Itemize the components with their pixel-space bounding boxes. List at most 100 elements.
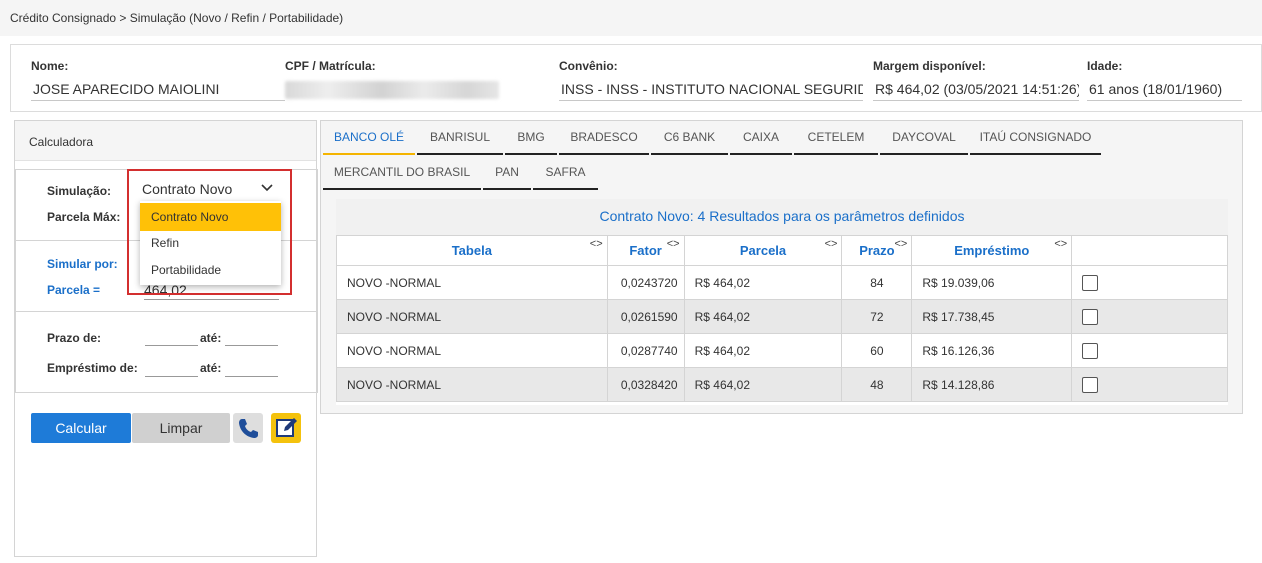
checkbox-icon[interactable] <box>1082 308 1099 325</box>
sort-icon[interactable]: <> <box>590 238 603 250</box>
col-emprestimo-header[interactable]: Empréstimo <> <box>911 235 1073 266</box>
prazo-ate-input[interactable] <box>225 345 278 346</box>
nome-value[interactable]: JOSE APARECIDO MAIOLINI <box>31 79 285 101</box>
prazo-de-label: Prazo de: <box>47 331 102 345</box>
table-row[interactable]: NOVO -NORMAL 0,0243720 R$ 464,02 84 R$ 1… <box>336 265 1228 300</box>
cell-tabela: NOVO -NORMAL <box>336 299 608 334</box>
table-row[interactable]: NOVO -NORMAL 0,0287740 R$ 464,02 60 R$ 1… <box>336 333 1228 368</box>
idade-value[interactable]: 61 anos (18/01/1960) <box>1087 79 1242 101</box>
cell-emprestimo: R$ 14.128,86 <box>911 367 1073 402</box>
cell-select <box>1071 265 1228 300</box>
dropdown-option-refin[interactable]: Refin <box>140 229 281 257</box>
idade-label: Idade: <box>1087 59 1123 73</box>
col-tabela-header[interactable]: Tabela <> <box>336 235 608 266</box>
cpf-label: CPF / Matrícula: <box>285 59 376 73</box>
results-title: Contrato Novo: 4 Resultados para os parâ… <box>336 199 1228 235</box>
convenio-value[interactable]: INSS - INSS - INSTITUTO NACIONAL SEGURID… <box>559 79 863 101</box>
calcular-button[interactable]: Calcular <box>31 413 131 443</box>
simulacao-label: Simulação: <box>47 184 112 198</box>
margem-label: Margem disponível: <box>873 59 986 73</box>
sort-icon[interactable]: <> <box>1054 238 1067 250</box>
checkbox-icon[interactable] <box>1082 274 1099 291</box>
col-fator-label: Fator <box>629 243 662 258</box>
cell-parcela: R$ 464,02 <box>683 299 843 334</box>
simular-por-label: Simular por: <box>47 257 118 271</box>
results-table: Tabela <> Fator <> Parcela <> Prazo <> Empré… <box>336 235 1228 402</box>
dropdown-option-portabilidade[interactable]: Portabilidade <box>140 256 281 284</box>
limpar-button[interactable]: Limpar <box>132 413 230 443</box>
cell-emprestimo: R$ 17.738,45 <box>911 299 1073 334</box>
tab-banrisul[interactable]: BANRISUL <box>417 121 503 155</box>
tab-bradesco[interactable]: BRADESCO <box>559 121 649 155</box>
checkbox-icon[interactable] <box>1082 342 1099 359</box>
col-emprestimo-label: Empréstimo <box>954 243 1030 258</box>
calculator-header: Calculadora <box>15 121 316 161</box>
tab-c6-bank[interactable]: C6 BANK <box>651 121 728 155</box>
col-tabela-label: Tabela <box>451 243 492 258</box>
bank-tabs-row-2: MERCANTIL DO BRASIL PAN SAFRA <box>321 156 1242 190</box>
tab-bmg[interactable]: BMG <box>505 121 557 155</box>
tab-caixa[interactable]: CAIXA <box>730 121 792 155</box>
phone-button[interactable] <box>233 413 263 443</box>
phone-icon <box>239 419 258 438</box>
convenio-field: Convênio: INSS - INSS - INSTITUTO NACION… <box>559 59 863 101</box>
sort-icon[interactable]: <> <box>667 238 680 250</box>
cell-parcela: R$ 464,02 <box>683 367 843 402</box>
calculator-title: Calculadora <box>29 135 94 149</box>
sort-icon[interactable]: <> <box>825 238 838 250</box>
prazo-ate-label: até: <box>200 331 222 345</box>
tab-cetelem[interactable]: CETELEM <box>794 121 878 155</box>
tab-itau-consignado[interactable]: ITAÚ CONSIGNADO <box>970 121 1101 155</box>
convenio-label: Convênio: <box>559 59 618 73</box>
cell-emprestimo: R$ 16.126,36 <box>911 333 1073 368</box>
top-bar: Crédito Consignado > Simulação (Novo / R… <box>0 0 1262 36</box>
simulacao-dropdown-menu: Contrato Novo Refin Portabilidade <box>140 201 281 285</box>
cell-fator: 0,0328420 <box>606 367 685 402</box>
checkbox-icon[interactable] <box>1082 376 1099 393</box>
cell-tabela: NOVO -NORMAL <box>336 333 608 368</box>
col-parcela-label: Parcela <box>739 243 787 258</box>
col-fator-header[interactable]: Fator <> <box>606 235 685 266</box>
col-parcela-header[interactable]: Parcela <> <box>683 235 843 266</box>
parcela-input-underline <box>144 299 279 300</box>
sort-icon[interactable]: <> <box>895 238 908 250</box>
margem-value[interactable]: R$ 464,02 (03/05/2021 14:51:26) <box>873 79 1079 101</box>
emprestimo-de-input[interactable] <box>145 376 198 377</box>
cell-parcela: R$ 464,02 <box>683 265 843 300</box>
cell-select <box>1071 367 1228 402</box>
prazo-de-input[interactable] <box>145 345 198 346</box>
nome-field: Nome: JOSE APARECIDO MAIOLINI <box>31 59 285 101</box>
idade-field: Idade: 61 anos (18/01/1960) <box>1087 59 1242 101</box>
cpf-value-redacted <box>285 81 499 99</box>
cell-fator: 0,0243720 <box>606 265 685 300</box>
col-select-header <box>1071 235 1228 266</box>
cell-fator: 0,0261590 <box>606 299 685 334</box>
tab-banco-ole[interactable]: BANCO OLÉ <box>323 121 415 155</box>
col-prazo-label: Prazo <box>859 243 895 258</box>
banks-panel: BANCO OLÉ BANRISUL BMG BRADESCO C6 BANK … <box>320 120 1243 414</box>
tab-daycoval[interactable]: DAYCOVAL <box>880 121 968 155</box>
margem-field: Margem disponível: R$ 464,02 (03/05/2021… <box>873 59 1079 101</box>
tab-pan[interactable]: PAN <box>483 156 531 190</box>
nome-label: Nome: <box>31 59 69 73</box>
cpf-field: CPF / Matrícula: <box>285 59 499 99</box>
tab-safra[interactable]: SAFRA <box>533 156 598 190</box>
tab-mercantil-do-brasil[interactable]: MERCANTIL DO BRASIL <box>323 156 481 190</box>
emprestimo-ate-input[interactable] <box>225 376 278 377</box>
parcela-max-label: Parcela Máx: <box>47 210 121 224</box>
cell-parcela: R$ 464,02 <box>683 333 843 368</box>
bank-tabs-row-1: BANCO OLÉ BANRISUL BMG BRADESCO C6 BANK … <box>321 121 1242 155</box>
client-info-panel: Nome: JOSE APARECIDO MAIOLINI CPF / Matr… <box>10 44 1262 112</box>
table-row[interactable]: NOVO -NORMAL 0,0328420 R$ 464,02 48 R$ 1… <box>336 367 1228 402</box>
results-panel: Contrato Novo: 4 Resultados para os parâ… <box>336 199 1228 405</box>
chevron-down-icon[interactable] <box>261 181 273 196</box>
emprestimo-de-label: Empréstimo de: <box>47 361 138 375</box>
cell-select <box>1071 333 1228 368</box>
cell-prazo: 84 <box>841 265 913 300</box>
cell-prazo: 72 <box>841 299 913 334</box>
col-prazo-header[interactable]: Prazo <> <box>841 235 913 266</box>
edit-button[interactable] <box>271 413 301 443</box>
table-row[interactable]: NOVO -NORMAL 0,0261590 R$ 464,02 72 R$ 1… <box>336 299 1228 334</box>
simulacao-select[interactable]: Contrato Novo <box>142 181 232 197</box>
dropdown-option-contrato-novo[interactable]: Contrato Novo <box>140 203 281 231</box>
